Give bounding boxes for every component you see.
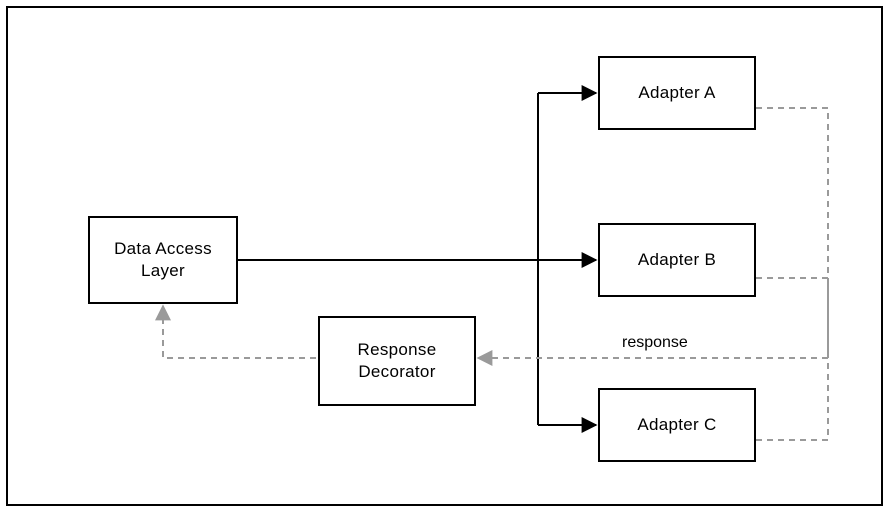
node-label: Adapter A [638, 82, 715, 104]
edge-adapter-c-return [756, 358, 828, 440]
node-label: Adapter B [638, 249, 716, 271]
edge-decorator-to-dal [163, 306, 316, 358]
node-label: Adapter C [637, 414, 716, 436]
node-adapter-b: Adapter B [598, 223, 756, 297]
node-data-access-layer: Data AccessLayer [88, 216, 238, 304]
edge-adapter-a-return [756, 108, 828, 358]
node-response-decorator: ResponseDecorator [318, 316, 476, 406]
node-label: Data AccessLayer [114, 238, 212, 282]
node-adapter-c: Adapter C [598, 388, 756, 462]
diagram-frame: Data AccessLayer ResponseDecorator Adapt… [6, 6, 883, 506]
edge-label-response: response [616, 334, 694, 352]
edge-adapter-b-return [756, 278, 828, 358]
node-label: ResponseDecorator [358, 339, 437, 383]
node-adapter-a: Adapter A [598, 56, 756, 130]
